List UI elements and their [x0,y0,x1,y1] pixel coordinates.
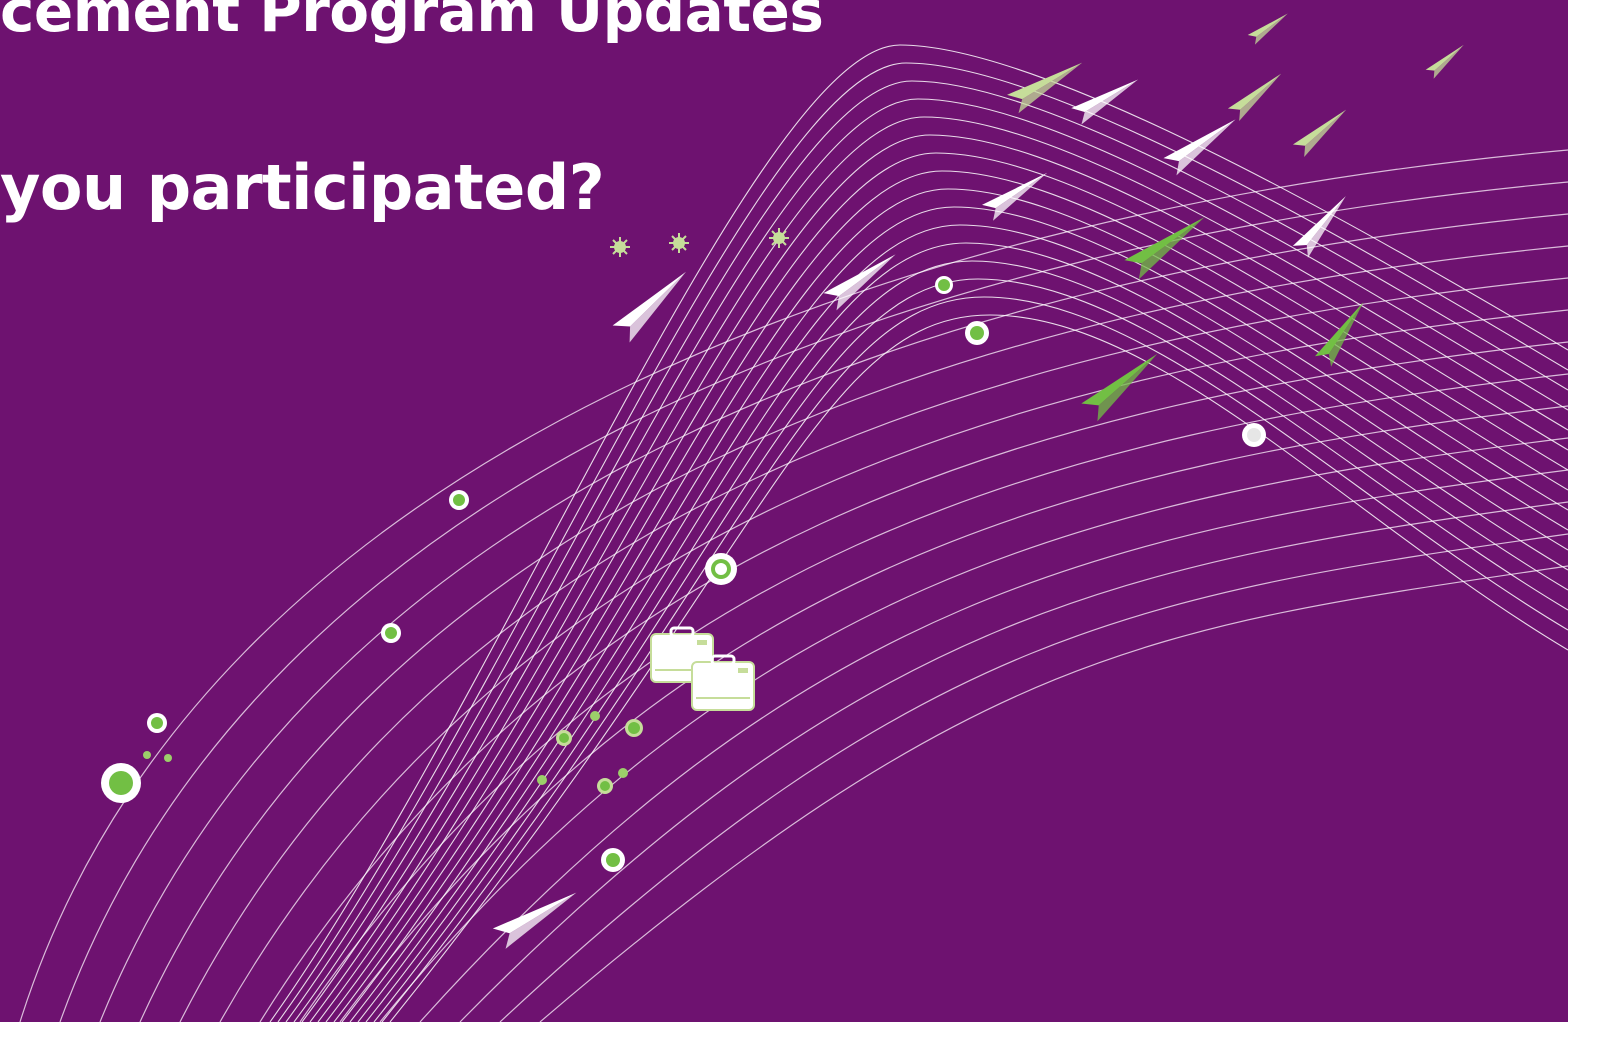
slide: cement Program Updates you participated? [0,0,1568,1022]
paper-plane-icon [1292,109,1347,158]
slide-title: cement Program Updates [0,0,824,45]
paper-plane-icon [1292,196,1346,258]
briefcase-icon [691,654,755,711]
paper-plane-icon [823,254,896,311]
paper-plane-icon [1163,119,1236,176]
slide-question: you participated? [0,151,605,224]
sparkle-icon [610,228,789,257]
paper-plane-group [492,13,1464,949]
paper-plane-icon [1071,79,1139,125]
dot-icon [101,276,1266,872]
flight-path-lines [19,149,1568,1022]
paper-plane-icon [612,271,686,343]
paper-plane-icon [1247,13,1288,45]
paper-plane-icon [1081,353,1158,422]
paper-plane-icon [1227,73,1282,122]
paper-plane-icon [981,172,1048,221]
paper-plane-icon [1425,44,1464,79]
paper-plane-icon [492,892,577,949]
